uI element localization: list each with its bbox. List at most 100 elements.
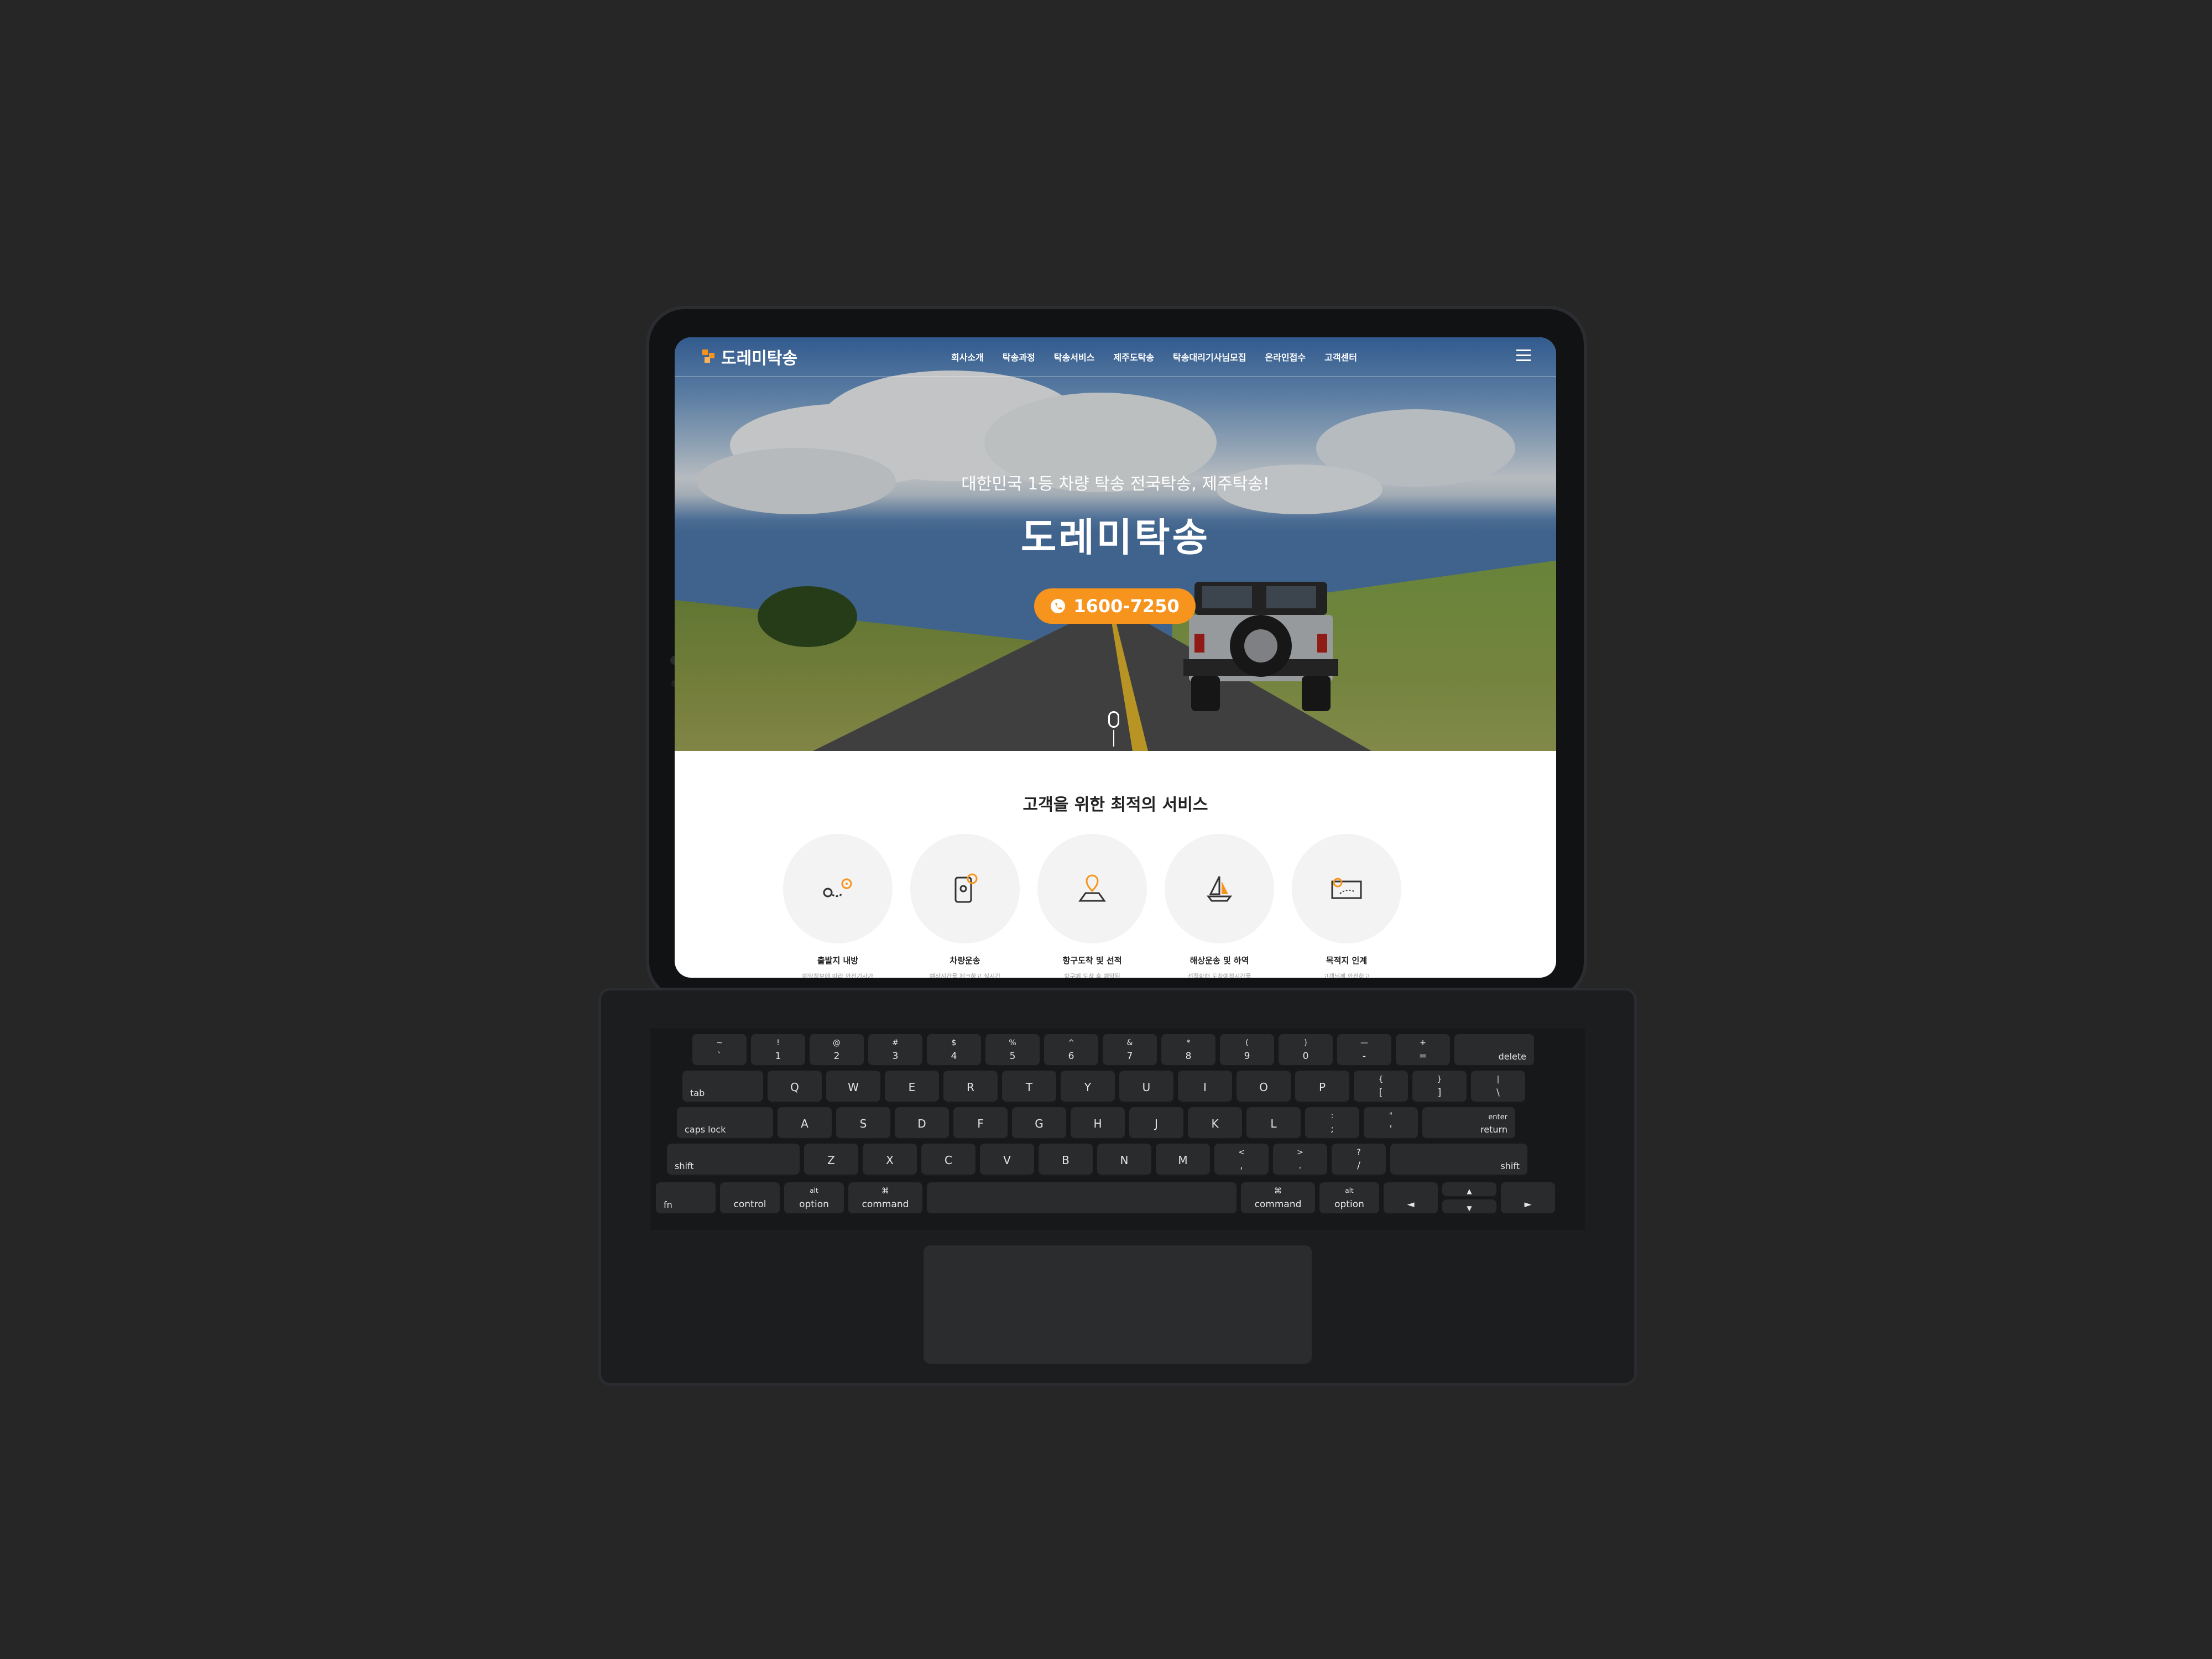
key-arrow-right[interactable]: ► (1501, 1182, 1555, 1214)
trackpad[interactable] (924, 1245, 1312, 1364)
key-w[interactable]: W (826, 1071, 880, 1103)
key-2[interactable]: @2 (810, 1034, 864, 1066)
key-comma[interactable]: <, (1214, 1144, 1269, 1176)
key-command-right[interactable]: ⌘ command (1241, 1182, 1315, 1214)
key-m[interactable]: M (1156, 1144, 1210, 1176)
key-b[interactable]: B (1039, 1144, 1093, 1176)
keyboard-row-bottom-letters: shift Z X C V B N M <, >. ? / shift (667, 1144, 1527, 1176)
service-label: 차량운송 (950, 956, 980, 966)
key-a[interactable]: A (778, 1107, 832, 1139)
service-desc: 항구에 도착 후 예약된 (1064, 973, 1120, 978)
key-arrow-left[interactable]: ◄ (1384, 1182, 1438, 1214)
key-quote[interactable]: " ' (1364, 1107, 1418, 1139)
key-shift-right[interactable]: shift (1390, 1144, 1527, 1176)
key-s[interactable]: S (836, 1107, 890, 1139)
key-semicolon[interactable]: :; (1305, 1107, 1359, 1139)
key-space[interactable] (927, 1182, 1237, 1214)
key-v[interactable]: V (980, 1144, 1034, 1176)
key-y[interactable]: Y (1061, 1071, 1115, 1103)
nav-item-process[interactable]: 탁송과정 (1003, 350, 1035, 363)
service-desc: 고객님께 안전하고 (1323, 973, 1370, 978)
key-4[interactable]: $4 (927, 1034, 981, 1066)
key-6[interactable]: ^ 6 (1044, 1034, 1098, 1066)
section-title: 고객을 위한 최적의 서비스 (1022, 795, 1208, 815)
nav-item-company[interactable]: 회사소개 (951, 350, 984, 363)
key-1[interactable]: ! 1 (751, 1034, 805, 1066)
hero-subtitle: 대한민국 1등 차량 탁송 전국탁송, 제주탁송! (961, 474, 1270, 494)
hero-banner: 도레미탁송 회사소개 탁송과정 탁송서비스 제주도탁송 탁송대리기사님모집 온라… (675, 337, 1556, 751)
service-item[interactable]: 해상운송 및 하역 선적화해 도착예정시간을 (1161, 834, 1277, 978)
key-p[interactable]: P (1295, 1071, 1349, 1103)
key-9[interactable]: (9 (1220, 1034, 1274, 1066)
key-arrow-down[interactable]: ▼ (1442, 1199, 1496, 1214)
key-tab[interactable]: tab (682, 1071, 763, 1103)
service-icon-circle (1292, 834, 1401, 943)
key-left-bracket[interactable]: {[ (1354, 1071, 1408, 1103)
key-option-right[interactable]: alt option (1319, 1182, 1379, 1214)
key-equals[interactable]: + = (1396, 1034, 1450, 1066)
service-label: 출발지 내방 (817, 956, 859, 966)
key-x[interactable]: X (863, 1144, 917, 1176)
nav-item-online[interactable]: 온라인접수 (1265, 350, 1306, 363)
key-delete[interactable]: delete (1454, 1034, 1534, 1066)
key-0[interactable]: ) 0 (1279, 1034, 1333, 1066)
nav-item-recruit[interactable]: 탁송대리기사님모집 (1173, 350, 1246, 363)
key-e[interactable]: E (885, 1071, 939, 1103)
key-backslash[interactable]: | \ (1471, 1071, 1525, 1103)
key-8[interactable]: * 8 (1161, 1034, 1215, 1066)
logo-text: 도레미탁송 (721, 349, 797, 368)
keyboard-row-qwerty: tab Q W E R T Y U I O P {[ }] | \ (682, 1071, 1525, 1103)
key-arrow-up[interactable]: ▲ (1442, 1182, 1496, 1197)
key-backtick[interactable]: ~ ` (692, 1034, 747, 1066)
key-f[interactable]: F (953, 1107, 1008, 1139)
phone-button[interactable]: 1600-7250 (1034, 588, 1196, 624)
key-t[interactable]: T (1002, 1071, 1056, 1103)
key-i[interactable]: I (1178, 1071, 1232, 1103)
service-desc: 예약정보에 따라 안전기사가 (802, 973, 874, 978)
key-minus[interactable]: — - (1337, 1034, 1391, 1066)
phone-icon (1051, 599, 1066, 613)
key-j[interactable]: J (1129, 1107, 1183, 1139)
key-c[interactable]: C (921, 1144, 975, 1176)
key-h[interactable]: H (1071, 1107, 1125, 1139)
key-3[interactable]: #3 (868, 1034, 922, 1066)
key-5[interactable]: % 5 (985, 1034, 1040, 1066)
service-icon-circle (783, 834, 893, 943)
service-desc: 선적화해 도착예정시간을 (1187, 973, 1251, 978)
nav-item-jeju[interactable]: 제주도탁송 (1113, 350, 1154, 363)
tablet-screen: 도레미탁송 회사소개 탁송과정 탁송서비스 제주도탁송 탁송대리기사님모집 온라… (675, 337, 1556, 978)
key-caps-lock[interactable]: caps lock (677, 1107, 773, 1139)
key-command-left[interactable]: ⌘ command (848, 1182, 922, 1214)
key-l[interactable]: L (1246, 1107, 1301, 1139)
map-pin-location-icon (1078, 874, 1106, 902)
service-item[interactable]: 항구도착 및 선적 항구에 도착 후 예약된 (1034, 834, 1150, 978)
key-option-left[interactable]: alt option (784, 1182, 844, 1214)
key-r[interactable]: R (943, 1071, 998, 1103)
key-period[interactable]: >. (1273, 1144, 1327, 1176)
logo-mark-icon (702, 349, 714, 363)
hamburger-menu-icon[interactable] (1516, 349, 1531, 362)
nav-item-support[interactable]: 고객센터 (1324, 350, 1357, 363)
key-shift-left[interactable]: shift (667, 1144, 800, 1176)
key-slash[interactable]: ? / (1332, 1144, 1386, 1176)
nav-item-services[interactable]: 탁송서비스 (1054, 350, 1095, 363)
service-item[interactable]: 출발지 내방 예약정보에 따라 안전기사가 (780, 834, 896, 978)
key-control[interactable]: control (720, 1182, 780, 1214)
key-u[interactable]: U (1119, 1071, 1173, 1103)
key-return[interactable]: enter return (1422, 1107, 1515, 1139)
key-fn[interactable]: fn (656, 1182, 716, 1214)
key-7[interactable]: & 7 (1103, 1034, 1157, 1066)
key-q[interactable]: Q (768, 1071, 822, 1103)
service-label: 목적지 인계 (1326, 956, 1368, 966)
key-z[interactable]: Z (804, 1144, 858, 1176)
key-d[interactable]: D (895, 1107, 949, 1139)
service-item[interactable]: 차량운송 예상시간을 체크하고 실시간 (907, 834, 1023, 978)
key-o[interactable]: O (1237, 1071, 1291, 1103)
key-right-bracket[interactable]: }] (1412, 1071, 1467, 1103)
service-item[interactable]: 목적지 인계 고객님께 안전하고 (1288, 834, 1405, 978)
key-k[interactable]: K (1188, 1107, 1242, 1139)
phone-location-icon (954, 873, 978, 903)
site-logo[interactable]: 도레미탁송 (701, 343, 797, 371)
key-g[interactable]: G (1012, 1107, 1066, 1139)
key-n[interactable]: N (1097, 1144, 1151, 1176)
